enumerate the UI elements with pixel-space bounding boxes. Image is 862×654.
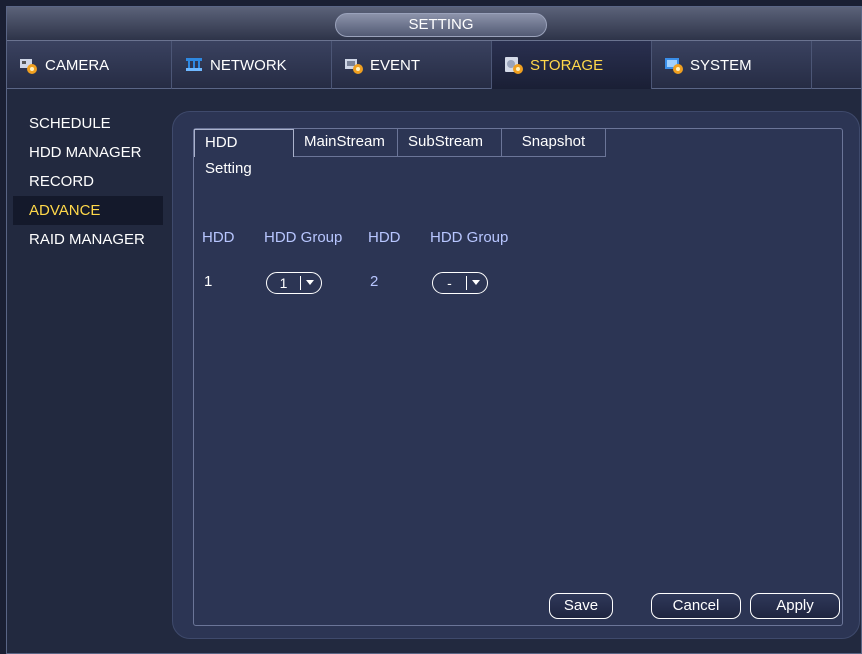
apply-button[interactable]: Apply bbox=[750, 593, 840, 619]
tab-system[interactable]: SYSTEM bbox=[652, 41, 812, 89]
tab-label: EVENT bbox=[370, 56, 421, 74]
tab-mainstream[interactable]: MainStream bbox=[294, 129, 398, 157]
save-button[interactable]: Save bbox=[549, 593, 613, 619]
tab-substream[interactable]: SubStream bbox=[398, 129, 502, 157]
settings-window: SETTING CAMERA NETWORK EVENT STORAGE SYS… bbox=[6, 6, 862, 654]
hdd-group-value: - bbox=[433, 276, 467, 290]
tab-event[interactable]: EVENT bbox=[332, 41, 492, 89]
tab-network[interactable]: NETWORK bbox=[172, 41, 332, 89]
tab-label: SYSTEM bbox=[690, 56, 752, 74]
hdd-number: 2 bbox=[370, 273, 379, 290]
chevron-down-icon bbox=[467, 279, 485, 287]
camera-gear-icon bbox=[19, 55, 39, 75]
settings-frame: HDD Setting MainStream SubStream Snapsho… bbox=[193, 128, 843, 626]
hdd-group-select[interactable]: 1 bbox=[266, 272, 322, 294]
tab-storage[interactable]: STORAGE bbox=[492, 41, 652, 89]
tab-snapshot[interactable]: Snapshot bbox=[502, 129, 606, 157]
cancel-button[interactable]: Cancel bbox=[651, 593, 741, 619]
storage-gear-icon bbox=[504, 55, 524, 75]
tab-label: CAMERA bbox=[45, 56, 110, 74]
sidebar-item-schedule[interactable]: SCHEDULE bbox=[13, 109, 163, 138]
tab-label: STORAGE bbox=[530, 56, 604, 74]
hdd-group-value: 1 bbox=[267, 276, 301, 290]
sidebar-item-raid-manager[interactable]: RAID MANAGER bbox=[13, 225, 163, 254]
sidebar-item-hdd-manager[interactable]: HDD MANAGER bbox=[13, 138, 163, 167]
column-header-hdd: HDD bbox=[368, 229, 401, 246]
window-title: SETTING bbox=[335, 13, 547, 37]
tab-hdd-setting[interactable]: HDD Setting bbox=[194, 129, 294, 177]
content-panel: HDD Setting MainStream SubStream Snapsho… bbox=[172, 111, 860, 639]
hdd-group-select[interactable]: - bbox=[432, 272, 488, 294]
network-icon bbox=[184, 55, 204, 75]
column-header-hdd-group: HDD Group bbox=[264, 229, 343, 246]
tab-label: NETWORK bbox=[210, 56, 287, 74]
hdd-number: 1 bbox=[204, 273, 213, 290]
main-tab-bar: CAMERA NETWORK EVENT STORAGE SYSTEM bbox=[7, 41, 861, 89]
event-gear-icon bbox=[344, 55, 364, 75]
title-bar: SETTING bbox=[7, 7, 861, 41]
sidebar-item-advance[interactable]: ADVANCE bbox=[13, 196, 163, 225]
column-header-hdd: HDD bbox=[202, 229, 235, 246]
column-header-hdd-group: HDD Group bbox=[430, 229, 509, 246]
system-gear-icon bbox=[664, 55, 684, 75]
chevron-down-icon bbox=[301, 279, 319, 287]
sidebar-item-record[interactable]: RECORD bbox=[13, 167, 163, 196]
sub-tab-bar: HDD Setting MainStream SubStream Snapsho… bbox=[194, 129, 606, 177]
tab-camera[interactable]: CAMERA bbox=[7, 41, 172, 89]
sidebar: SCHEDULE HDD MANAGER RECORD ADVANCE RAID… bbox=[13, 109, 163, 254]
